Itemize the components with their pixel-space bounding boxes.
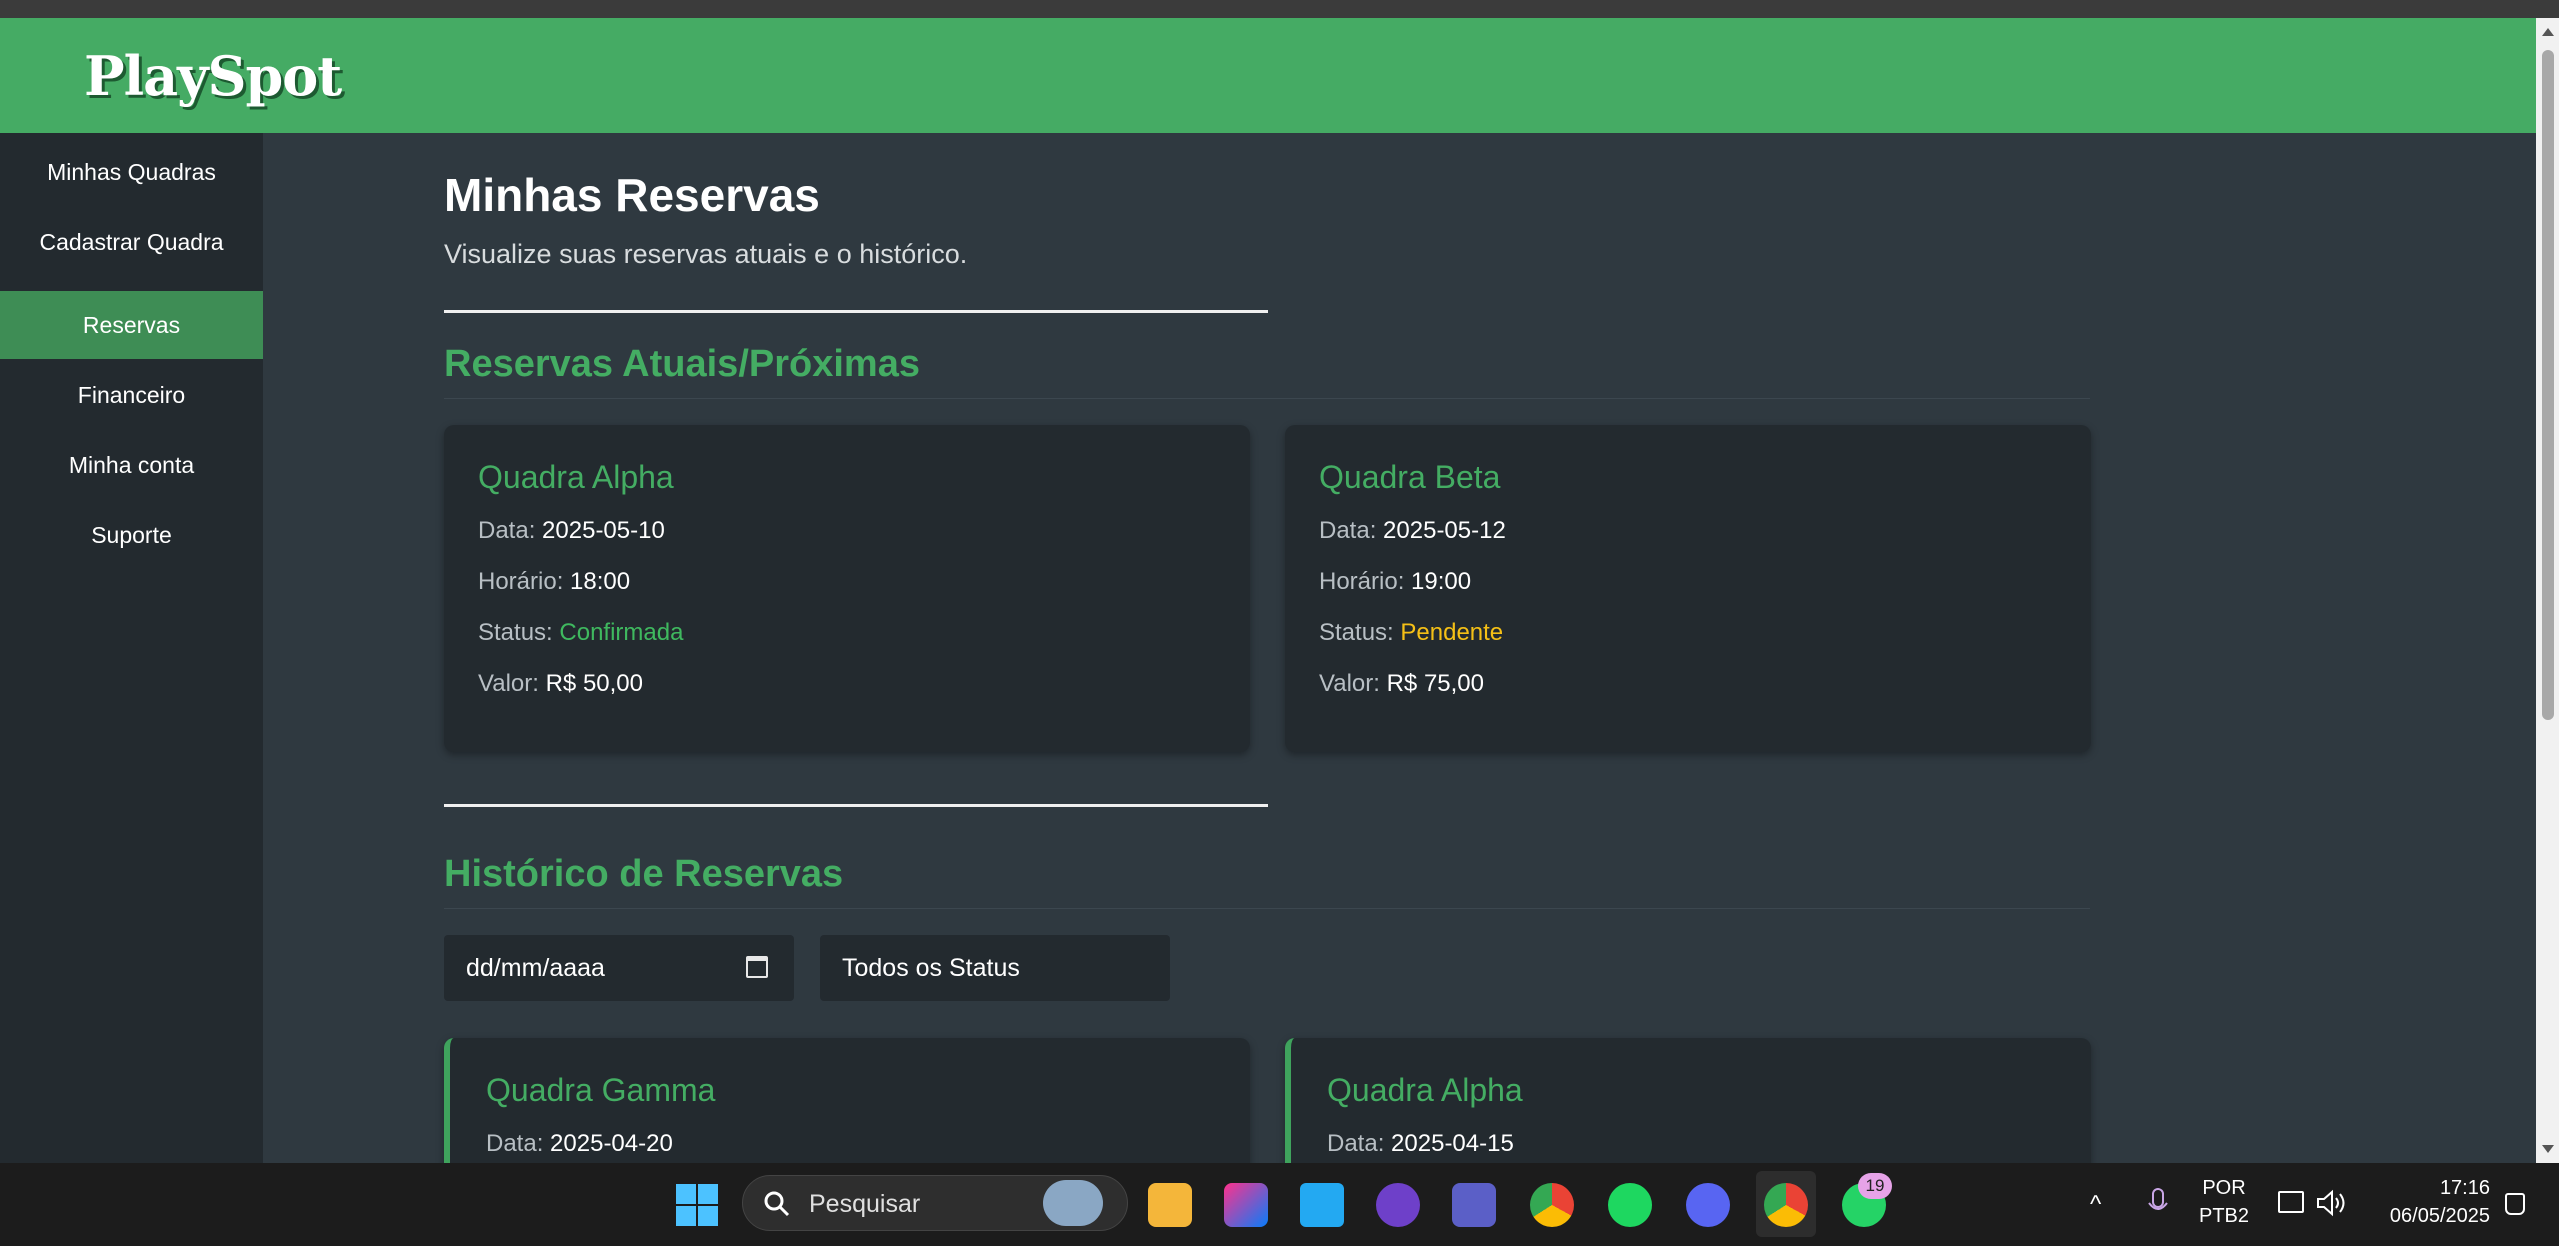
card-status-row: Status: Pendente [1319, 619, 1503, 647]
value-label: Valor: [478, 670, 539, 697]
page-title: Minhas Reservas [444, 169, 820, 221]
history-card[interactable]: Quadra Gamma Data: 2025-04-20 [444, 1038, 1250, 1163]
date-label: Data: [1327, 1130, 1385, 1157]
whatsapp-notification-badge: 19 [1858, 1173, 1892, 1199]
status-label: Status: [1319, 619, 1394, 646]
date-label: Data: [478, 517, 536, 544]
microphone-icon[interactable] [2146, 1187, 2170, 1221]
file-explorer-icon[interactable] [1148, 1183, 1192, 1227]
scrollbar-thumb[interactable] [2542, 50, 2554, 720]
card-status-row: Status: Confirmada [478, 619, 683, 647]
scroll-down-arrow-icon[interactable] [2542, 1145, 2554, 1153]
volume-icon[interactable] [2316, 1189, 2348, 1217]
playspot-logo[interactable]: PlaySpot [84, 46, 342, 106]
card-court-name: Quadra Alpha [478, 459, 674, 495]
card-court-name: Quadra Alpha [1327, 1072, 1523, 1108]
search-highlight-image [1043, 1180, 1103, 1226]
card-date-row: Data: 2025-05-10 [478, 517, 665, 545]
date-value: 2025-04-15 [1391, 1130, 1514, 1157]
status-filter-value: Todos os Status [842, 954, 1020, 982]
language-code[interactable]: POR [2192, 1177, 2256, 1200]
spotify-icon[interactable] [1608, 1183, 1652, 1227]
search-icon [764, 1191, 790, 1217]
sidebar-item-financeiro[interactable]: Financeiro [0, 361, 263, 429]
divider [444, 804, 1268, 807]
date-label: Data: [1319, 517, 1377, 544]
card-date-row: Data: 2025-04-15 [1327, 1130, 1514, 1158]
network-icon[interactable] [2278, 1191, 2304, 1213]
discord-icon[interactable] [1686, 1183, 1730, 1227]
status-label: Status: [478, 619, 553, 646]
sidebar-item-cadastrar-quadra[interactable]: Cadastrar Quadra [0, 208, 263, 276]
page-scrollbar[interactable] [2536, 18, 2559, 1163]
reservation-card[interactable]: Quadra Beta Data: 2025-05-12 Horário: 19… [1285, 425, 2091, 752]
github-desktop-icon[interactable] [1376, 1183, 1420, 1227]
calendar-icon[interactable] [746, 956, 768, 978]
card-date-row: Data: 2025-04-20 [486, 1130, 673, 1158]
current-reservations-title: Reservas Atuais/Próximas [444, 343, 920, 385]
time-label: Horário: [478, 568, 564, 595]
time-value: 19:00 [1411, 568, 1472, 595]
date-value: 2025-05-10 [542, 517, 665, 544]
card-value-row: Valor: R$ 75,00 [1319, 670, 1484, 698]
history-card[interactable]: Quadra Alpha Data: 2025-04-15 [1285, 1038, 2091, 1163]
sidebar-item-minha-conta[interactable]: Minha conta [0, 431, 263, 499]
keyboard-layout[interactable]: PTB2 [2192, 1205, 2256, 1228]
clock-time[interactable]: 17:16 [2370, 1177, 2490, 1200]
windows-start-icon[interactable] [676, 1184, 718, 1226]
sidebar-item-reservas[interactable]: Reservas [0, 291, 263, 359]
windows-taskbar: Pesquisar 19 ^ POR PTB2 17:16 06/05/2025 [0, 1163, 2559, 1246]
date-filter-input[interactable]: dd/mm/aaaa [444, 935, 794, 1001]
reservation-card[interactable]: Quadra Alpha Data: 2025-05-10 Horário: 1… [444, 425, 1250, 752]
card-court-name: Quadra Beta [1319, 459, 1501, 495]
card-time-row: Horário: 18:00 [478, 568, 630, 596]
status-filter-select[interactable]: Todos os Status [820, 935, 1170, 1001]
date-value: 2025-05-12 [1383, 517, 1506, 544]
teams-icon[interactable] [1452, 1183, 1496, 1227]
main-content: Minhas Reservas Visualize suas reservas … [263, 133, 2536, 1163]
date-label: Data: [486, 1130, 544, 1157]
value-label: Valor: [1319, 670, 1380, 697]
taskbar-search-box[interactable]: Pesquisar [742, 1175, 1128, 1231]
sidebar-item-suporte[interactable]: Suporte [0, 501, 263, 569]
section-underline [444, 908, 2090, 909]
date-value: 2025-04-20 [550, 1130, 673, 1157]
time-label: Horário: [1319, 568, 1405, 595]
sidebar-item-minhas-quadras[interactable]: Minhas Quadras [0, 138, 263, 206]
notifications-bell-icon[interactable] [2505, 1193, 2525, 1215]
clock-date[interactable]: 06/05/2025 [2350, 1205, 2490, 1228]
browser-top-strip [0, 0, 2559, 18]
sidebar: Minhas Quadras Cadastrar Quadra Reservas… [0, 133, 263, 1163]
card-date-row: Data: 2025-05-12 [1319, 517, 1506, 545]
taskbar-search-label: Pesquisar [809, 1190, 921, 1218]
card-value-row: Valor: R$ 50,00 [478, 670, 643, 698]
header-bar: PlaySpot [0, 18, 2536, 133]
divider [444, 310, 1268, 313]
section-underline [444, 398, 2090, 399]
page-subtitle: Visualize suas reservas atuais e o histó… [444, 239, 968, 269]
status-pending: Pendente [1400, 619, 1504, 646]
value-amount: R$ 50,00 [545, 670, 643, 697]
chrome-icon[interactable] [1530, 1183, 1574, 1227]
history-title: Histórico de Reservas [444, 853, 844, 895]
value-amount: R$ 75,00 [1386, 670, 1484, 697]
date-filter-placeholder: dd/mm/aaaa [466, 954, 605, 982]
vscode-icon[interactable] [1300, 1183, 1344, 1227]
card-time-row: Horário: 19:00 [1319, 568, 1471, 596]
status-confirmed: Confirmada [559, 619, 684, 646]
card-court-name: Quadra Gamma [486, 1072, 716, 1108]
chevron-up-icon[interactable]: ^ [2090, 1191, 2101, 1219]
intellij-icon[interactable] [1224, 1183, 1268, 1227]
time-value: 18:00 [570, 568, 631, 595]
chrome-profile-icon[interactable] [1764, 1183, 1808, 1227]
scroll-up-arrow-icon[interactable] [2542, 28, 2554, 36]
